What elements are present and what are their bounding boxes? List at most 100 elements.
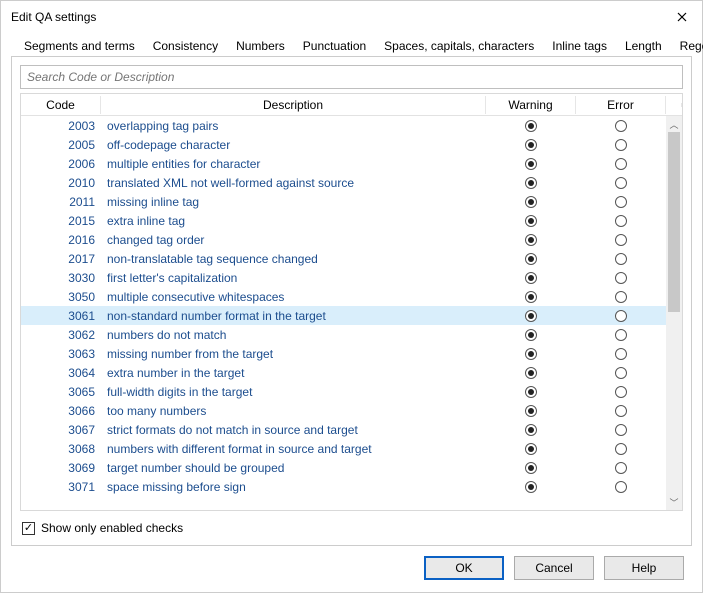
radio-warning[interactable] — [486, 480, 576, 494]
cell-description: target number should be grouped — [101, 461, 486, 475]
radio-warning[interactable] — [486, 328, 576, 342]
radio-error[interactable] — [576, 138, 666, 152]
table-row[interactable]: 3030first letter's capitalization — [21, 268, 682, 287]
table-row[interactable]: 3066too many numbers — [21, 401, 682, 420]
table-row[interactable]: 3050multiple consecutive whitespaces — [21, 287, 682, 306]
radio-warning[interactable] — [486, 176, 576, 190]
table-row[interactable]: 2016changed tag order — [21, 230, 682, 249]
cell-code: 2017 — [21, 252, 101, 266]
radio-error[interactable] — [576, 461, 666, 475]
radio-error[interactable] — [576, 214, 666, 228]
radio-icon — [525, 329, 537, 341]
radio-error[interactable] — [576, 347, 666, 361]
radio-error[interactable] — [576, 119, 666, 133]
header-warning[interactable]: Warning — [486, 96, 576, 114]
severity-panel: Code Description Warning Error 2003overl… — [11, 57, 692, 546]
scroll-track[interactable] — [666, 132, 682, 494]
cell-description: extra number in the target — [101, 366, 486, 380]
cell-code: 3071 — [21, 480, 101, 494]
table-row[interactable]: 2006multiple entities for character — [21, 154, 682, 173]
radio-warning[interactable] — [486, 461, 576, 475]
tab-numbers[interactable]: Numbers — [227, 34, 294, 57]
table-row[interactable]: 2010translated XML not well-formed again… — [21, 173, 682, 192]
table-row[interactable]: 3062numbers do not match — [21, 325, 682, 344]
radio-error[interactable] — [576, 366, 666, 380]
radio-error[interactable] — [576, 252, 666, 266]
radio-error[interactable] — [576, 328, 666, 342]
table-row[interactable]: 3071space missing before sign — [21, 477, 682, 496]
table-row[interactable]: 3069target number should be grouped — [21, 458, 682, 477]
cell-code: 2006 — [21, 157, 101, 171]
radio-warning[interactable] — [486, 385, 576, 399]
vertical-scrollbar[interactable]: ︿ ﹀ — [666, 116, 682, 510]
show-only-enabled-checkbox[interactable] — [22, 522, 35, 535]
tab-spaces-capitals-characters[interactable]: Spaces, capitals, characters — [375, 34, 543, 57]
table-row[interactable]: 3064extra number in the target — [21, 363, 682, 382]
cell-description: changed tag order — [101, 233, 486, 247]
radio-warning[interactable] — [486, 366, 576, 380]
table-row[interactable]: 2005off-codepage character — [21, 135, 682, 154]
radio-warning[interactable] — [486, 119, 576, 133]
table-row[interactable]: 2003overlapping tag pairs — [21, 116, 682, 135]
table-header: Code Description Warning Error — [21, 94, 682, 116]
help-button[interactable]: Help — [604, 556, 684, 580]
table-row[interactable]: 2017non-translatable tag sequence change… — [21, 249, 682, 268]
radio-error[interactable] — [576, 442, 666, 456]
radio-error[interactable] — [576, 423, 666, 437]
cell-code: 3063 — [21, 347, 101, 361]
cancel-button[interactable]: Cancel — [514, 556, 594, 580]
radio-error[interactable] — [576, 176, 666, 190]
radio-warning[interactable] — [486, 233, 576, 247]
scroll-down-arrow-icon[interactable]: ﹀ — [666, 494, 682, 510]
tab-consistency[interactable]: Consistency — [144, 34, 227, 57]
table-row[interactable]: 3068numbers with different format in sou… — [21, 439, 682, 458]
radio-warning[interactable] — [486, 347, 576, 361]
radio-warning[interactable] — [486, 252, 576, 266]
radio-error[interactable] — [576, 195, 666, 209]
tab-segments-and-terms[interactable]: Segments and terms — [15, 34, 144, 57]
radio-warning[interactable] — [486, 271, 576, 285]
header-error[interactable]: Error — [576, 96, 666, 114]
table-body: 2003overlapping tag pairs2005off-codepag… — [21, 116, 682, 510]
radio-error[interactable] — [576, 271, 666, 285]
table-row[interactable]: 3067strict formats do not match in sourc… — [21, 420, 682, 439]
radio-icon — [525, 234, 537, 246]
radio-error[interactable] — [576, 290, 666, 304]
radio-error[interactable] — [576, 157, 666, 171]
radio-error[interactable] — [576, 480, 666, 494]
table-row[interactable]: 3063missing number from the target — [21, 344, 682, 363]
radio-error[interactable] — [576, 309, 666, 323]
radio-error[interactable] — [576, 404, 666, 418]
scroll-up-arrow-icon[interactable]: ︿ — [666, 116, 682, 132]
cell-description: numbers with different format in source … — [101, 442, 486, 456]
radio-warning[interactable] — [486, 423, 576, 437]
scroll-thumb[interactable] — [668, 132, 680, 312]
radio-warning[interactable] — [486, 138, 576, 152]
radio-warning[interactable] — [486, 404, 576, 418]
table-row[interactable]: 2011missing inline tag — [21, 192, 682, 211]
radio-warning[interactable] — [486, 157, 576, 171]
radio-warning[interactable] — [486, 309, 576, 323]
radio-error[interactable] — [576, 233, 666, 247]
radio-error[interactable] — [576, 385, 666, 399]
header-code[interactable]: Code — [21, 96, 101, 114]
radio-icon — [525, 177, 537, 189]
close-button[interactable] — [670, 7, 694, 27]
radio-warning[interactable] — [486, 442, 576, 456]
radio-warning[interactable] — [486, 214, 576, 228]
radio-icon — [525, 310, 537, 322]
tab-inline-tags[interactable]: Inline tags — [543, 34, 616, 57]
tab-punctuation[interactable]: Punctuation — [294, 34, 375, 57]
tab-regex[interactable]: Regex — [671, 34, 703, 57]
header-description[interactable]: Description — [101, 96, 486, 114]
radio-icon — [615, 462, 627, 474]
radio-warning[interactable] — [486, 290, 576, 304]
radio-warning[interactable] — [486, 195, 576, 209]
table-row[interactable]: 2015extra inline tag — [21, 211, 682, 230]
table-row[interactable]: 3061non-standard number format in the ta… — [21, 306, 682, 325]
ok-button[interactable]: OK — [424, 556, 504, 580]
search-input[interactable] — [20, 65, 683, 89]
radio-icon — [615, 310, 627, 322]
tab-length[interactable]: Length — [616, 34, 671, 57]
table-row[interactable]: 3065full-width digits in the target — [21, 382, 682, 401]
